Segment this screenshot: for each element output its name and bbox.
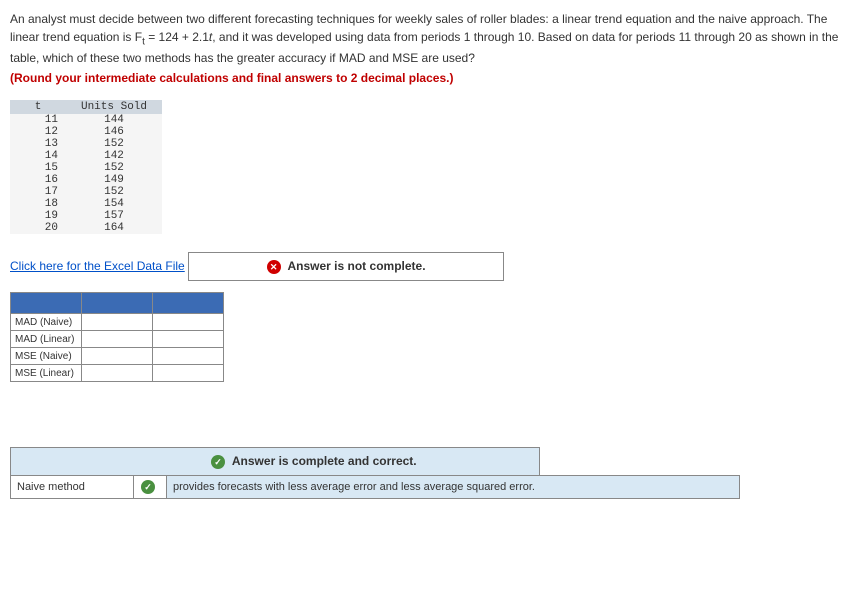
label-mse-linear: MSE (Linear): [11, 365, 82, 382]
excel-data-link[interactable]: Click here for the Excel Data File: [10, 259, 185, 273]
units-sold-table: t Units Sold 11144 12146 13152 14142 151…: [10, 100, 162, 234]
answer-input-table: MAD (Naive) MAD (Linear) MSE (Naive) MSE…: [10, 292, 224, 382]
input-mse-naive[interactable]: [82, 348, 153, 365]
input-mse-linear-2[interactable]: [153, 365, 224, 382]
check-icon: ✓: [141, 480, 155, 494]
col-header-t: t: [10, 100, 66, 114]
table-row: 18154: [10, 198, 162, 210]
col-header-units: Units Sold: [66, 100, 162, 114]
input-mad-linear[interactable]: [82, 331, 153, 348]
status-incomplete-text: Answer is not complete.: [288, 259, 426, 273]
status-incomplete-box: ✕ Answer is not complete.: [188, 252, 504, 281]
result-method-label: Naive method: [11, 476, 134, 499]
label-mad-naive: MAD (Naive): [11, 314, 82, 331]
input-mse-linear[interactable]: [82, 365, 153, 382]
table-row: 16149: [10, 174, 162, 186]
input-mad-linear-2[interactable]: [153, 331, 224, 348]
input-mad-naive[interactable]: [82, 314, 153, 331]
table-row: 17152: [10, 186, 162, 198]
input-mad-naive-2[interactable]: [153, 314, 224, 331]
table-row: 15152: [10, 162, 162, 174]
question-text: An analyst must decide between two diffe…: [10, 10, 841, 67]
input-mse-naive-2[interactable]: [153, 348, 224, 365]
table-row: 12146: [10, 126, 162, 138]
check-icon: ✓: [211, 455, 225, 469]
label-mad-linear: MAD (Linear): [11, 331, 82, 348]
status-complete-text: Answer is complete and correct.: [232, 454, 417, 468]
result-table: Naive method ✓ provides forecasts with l…: [10, 475, 740, 499]
table-row: 11144: [10, 114, 162, 126]
table-row: 14142: [10, 150, 162, 162]
rounding-instruction: (Round your intermediate calculations an…: [10, 71, 841, 85]
result-explanation: provides forecasts with less average err…: [167, 476, 740, 499]
table-row: 20164: [10, 222, 162, 234]
table-row: 13152: [10, 138, 162, 150]
result-check-cell: ✓: [134, 476, 167, 499]
status-complete-box: ✓ Answer is complete and correct.: [10, 447, 540, 476]
label-mse-naive: MSE (Naive): [11, 348, 82, 365]
table-row: 19157: [10, 210, 162, 222]
error-icon: ✕: [267, 260, 281, 274]
